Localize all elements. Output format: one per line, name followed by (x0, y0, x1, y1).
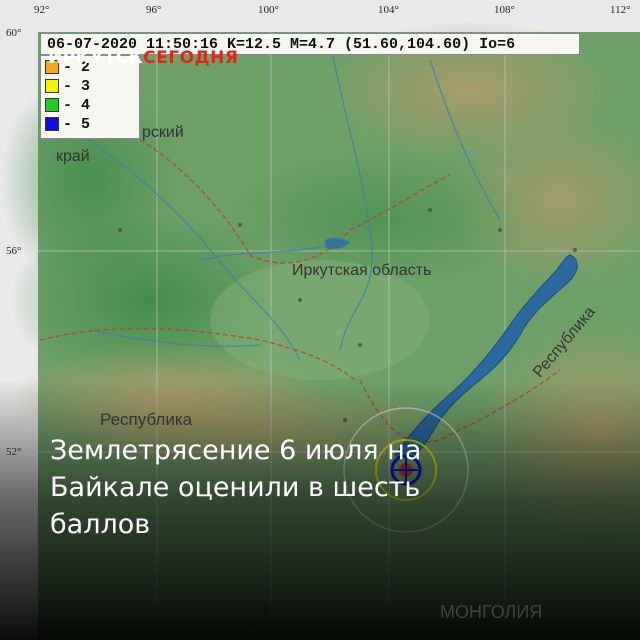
legend-item: - 3 (45, 77, 91, 95)
legend-label: - 4 (63, 96, 91, 114)
map-label-mongolia: МОНГОЛИЯ (440, 602, 543, 622)
lat-tick: 52° (6, 446, 22, 458)
brand-logo[interactable]: ИРКУТСКСЕГОДНЯ (48, 48, 239, 68)
lat-tick: 60° (6, 27, 22, 39)
lon-tick: 100° (258, 4, 279, 16)
lon-tick: 108° (494, 4, 515, 16)
legend-label: - 3 (63, 77, 91, 95)
news-card: 92° 96° 100° 104° 108° 112° 60° 56° 52° … (0, 0, 640, 640)
headline-line: баллов (50, 509, 151, 540)
legend-swatch (45, 117, 59, 131)
brand-part2: СЕГОДНЯ (143, 48, 239, 68)
legend-item: - 5 (45, 115, 91, 133)
legend-item: - 4 (45, 96, 91, 114)
lon-tick: 112° (610, 4, 631, 16)
headline[interactable]: Землетрясение 6 июля на Байкале оценили … (50, 432, 610, 543)
legend-label: - 5 (63, 115, 91, 133)
headline-line: Байкале оценили в шесть (50, 472, 421, 503)
lon-tick: 104° (378, 4, 399, 16)
brand-part1: ИРКУТСК (48, 48, 144, 68)
map-label-krai-top: рский (142, 124, 184, 141)
lat-tick: 56° (6, 245, 22, 257)
map-label-oblast: Иркутская область (292, 262, 432, 279)
headline-line: Землетрясение 6 июля на (50, 435, 422, 466)
map-label-respublika-left: Республика (100, 410, 193, 429)
legend-swatch (45, 98, 59, 112)
legend-swatch (45, 79, 59, 93)
lon-tick: 92° (34, 4, 50, 16)
lon-tick: 96° (146, 4, 162, 16)
map-label-krai: край (56, 148, 90, 165)
